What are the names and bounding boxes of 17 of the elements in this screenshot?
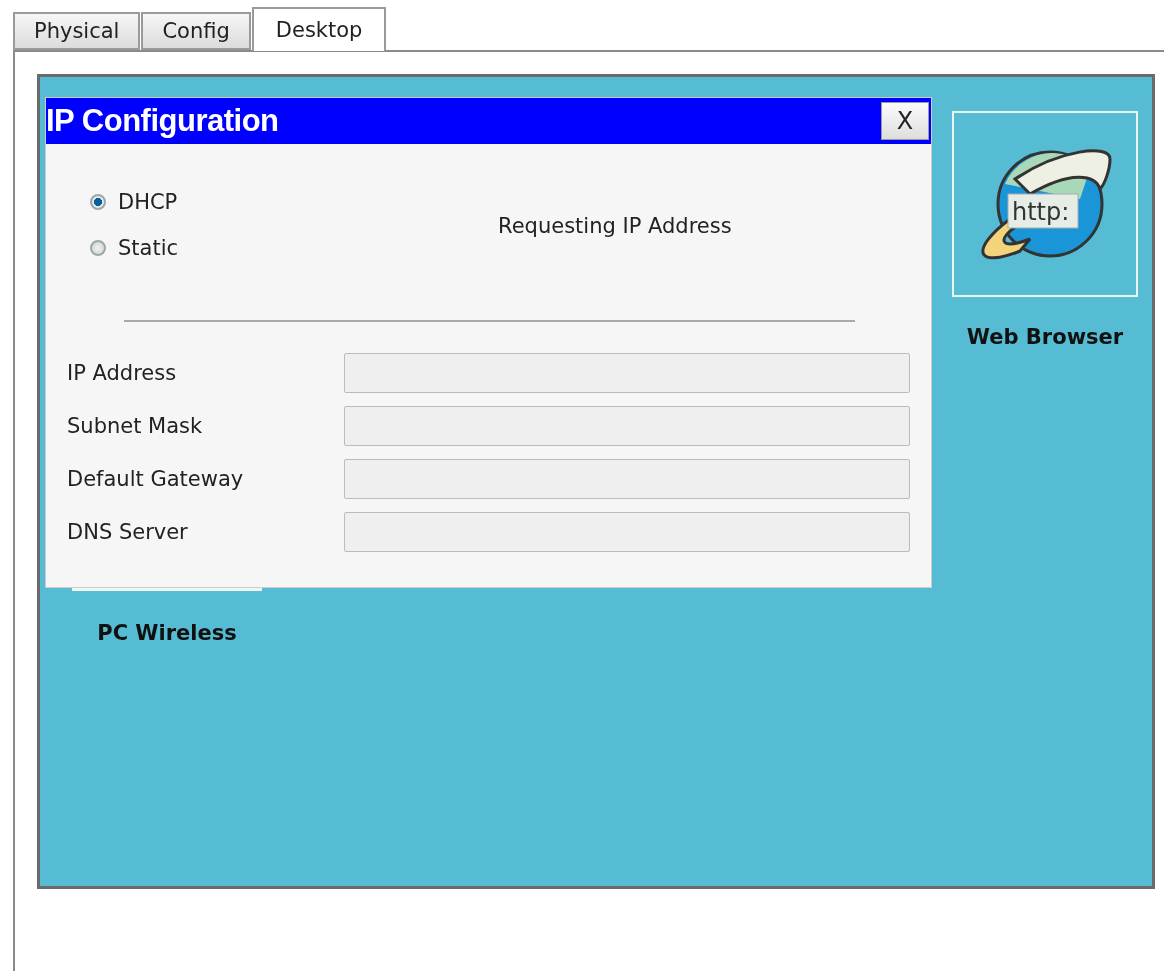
field-label: DNS Server — [67, 520, 188, 544]
field-label: Default Gateway — [67, 467, 244, 491]
dialog-title: IP Configuration — [46, 103, 279, 139]
tab[interactable]: Physical — [13, 12, 141, 50]
radio-button[interactable] — [90, 240, 106, 256]
app-tile[interactable]: http: — [952, 111, 1138, 297]
field-label: IP Address — [67, 361, 177, 385]
radio-label[interactable]: Static — [118, 236, 179, 260]
radio-button[interactable] — [90, 194, 106, 210]
tab[interactable]: Desktop — [251, 7, 387, 51]
status-text: Requesting IP Address — [498, 214, 732, 238]
app-label[interactable]: Web Browser — [966, 325, 1124, 349]
field-label: Subnet Mask — [67, 414, 203, 438]
tab[interactable]: Config — [141, 12, 251, 50]
radio-label[interactable]: DHCP — [118, 190, 178, 214]
close-button[interactable]: X — [881, 102, 929, 140]
app-label[interactable]: PC Wireless — [97, 621, 237, 645]
